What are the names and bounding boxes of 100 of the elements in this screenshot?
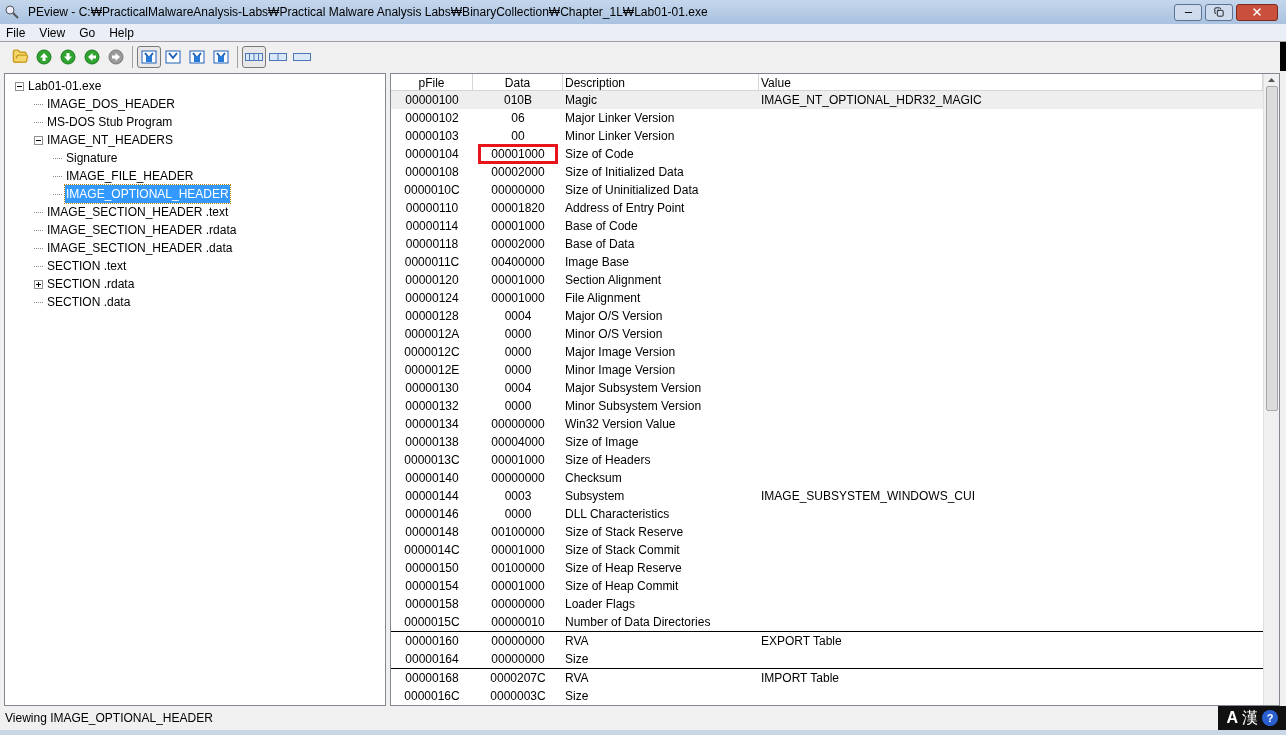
table-cell: Size — [565, 652, 589, 666]
table-cell: Base of Code — [565, 219, 638, 233]
column-header[interactable]: pFile — [391, 74, 473, 90]
segmented-bar-icon — [245, 52, 263, 61]
table-cell-text: 010B — [504, 92, 532, 109]
table-cell-text: 0000 — [504, 344, 532, 361]
table-row[interactable]: 00000100 010B Magic IMAGE_NT_OPTIONAL_HDR32_MAGIC — [391, 91, 1263, 109]
table-cell-text: 0000012C — [403, 344, 461, 361]
table-cell-text: 0000 — [504, 398, 532, 415]
table-cell-text: 00000130 — [404, 380, 460, 397]
table-cell-text: EXPORT Table — [760, 633, 842, 650]
table-cell: Minor Linker Version — [565, 129, 675, 143]
table-cell-text: 0000 — [504, 506, 532, 523]
table-cell-text: 00000104 — [404, 146, 460, 163]
table-cell-text: 00000134 — [404, 416, 460, 433]
table-cell-text: 00000132 — [404, 398, 460, 415]
column-header[interactable]: Data — [473, 74, 563, 90]
table-cell-text: 00 — [511, 128, 525, 145]
menu-item[interactable]: View — [33, 23, 72, 42]
table-cell: Size of Image — [565, 435, 639, 449]
table-cell-text: 06 — [511, 110, 525, 127]
table-cell-text: 00400000 — [491, 254, 545, 271]
table-cell-text: 0000012A — [403, 326, 461, 343]
table-cell: Size of Stack Reserve — [565, 525, 684, 539]
menu-item[interactable]: File — [0, 23, 32, 42]
table-cell: Magic — [565, 93, 597, 107]
tree-item[interactable]: IMAGE_DOS_HEADER — [46, 95, 177, 113]
table-cell: Section Alignment — [565, 273, 662, 287]
scrollbar[interactable] — [1263, 74, 1279, 705]
table-cell-text: 00000168 — [404, 670, 460, 687]
window-title: PEview - C:₩PracticalMalwareAnalysis-Labs₩Practical Malware Analysis Labs₩BinaryCollection₩Chapter_1L₩Lab01-01.exe — [28, 4, 708, 21]
table-cell-text: 00000124 — [404, 290, 460, 307]
table-cell-text: IMAGE_SUBSYSTEM_WINDOWS_CUI — [760, 488, 976, 505]
segmented-bar-icon — [293, 52, 311, 61]
table-cell-text: 00000000 — [491, 596, 545, 613]
table-cell-text: 0000010C — [403, 182, 461, 199]
close-button[interactable] — [1236, 3, 1278, 21]
table-cell-text: 00000158 — [404, 596, 460, 613]
table-cell: Size of Headers — [565, 453, 651, 467]
view-button[interactable] — [137, 45, 161, 68]
tree-item[interactable]: SECTION .text — [46, 257, 128, 275]
table-cell-text: 00004000 — [491, 434, 545, 451]
table-cell-text: 00000000 — [491, 470, 545, 487]
ime-hanja[interactable]: 漢 — [1242, 706, 1258, 730]
table-cell-text: 00000103 — [404, 128, 460, 145]
table-cell-text: 0000011C — [403, 254, 461, 271]
tree-item[interactable]: Signature — [65, 149, 119, 167]
status-text: Viewing IMAGE_OPTIONAL_HEADER — [4, 710, 213, 727]
tree-item[interactable]: IMAGE_FILE_HEADER — [65, 167, 195, 185]
table-cell: Image Base — [565, 255, 630, 269]
tree-item[interactable]: IMAGE_SECTION_HEADER .data — [46, 239, 234, 257]
table-cell: Major Image Version — [565, 345, 676, 359]
table-cell: 00001000 — [478, 144, 558, 164]
table-cell-text: 0000015C — [403, 614, 461, 631]
plus-icon[interactable] — [35, 280, 42, 288]
table-cell: Size of Uninitialized Data — [565, 183, 699, 197]
table-cell: Size of Initialized Data — [565, 165, 684, 179]
tree-item[interactable]: Lab01-01.exe — [27, 77, 103, 95]
segmented-bar-icon — [269, 52, 287, 61]
table-cell-text: 00000154 — [404, 578, 460, 595]
tree-item[interactable]: IMAGE_SECTION_HEADER .text — [46, 203, 230, 221]
table-cell-text: 00000000 — [491, 651, 545, 668]
table-cell-text: 00001000 — [491, 290, 545, 307]
table-cell: Subsystem — [565, 489, 625, 503]
tree-item[interactable]: SECTION .data — [46, 293, 132, 311]
table-cell-text: 0000013C — [403, 452, 461, 469]
table-cell: Size of Code — [565, 147, 634, 161]
menu-item[interactable]: Help — [103, 23, 140, 42]
ime-mode[interactable]: A — [1226, 706, 1238, 730]
minimize-button[interactable] — [1174, 3, 1202, 21]
table-cell-text: 0000207C — [490, 670, 546, 687]
table-cell-text: 00002000 — [491, 164, 545, 181]
table-cell-text: 00001000 — [491, 452, 545, 469]
table-cell-text: 00000150 — [404, 560, 460, 577]
tree-item[interactable]: SECTION .rdata — [46, 275, 136, 293]
restore-button[interactable] — [1205, 3, 1233, 21]
table-cell: Major Subsystem Version — [565, 381, 702, 395]
table-cell-text: 0004 — [504, 380, 532, 397]
scroll-up-icon[interactable] — [1268, 78, 1275, 82]
tree-item[interactable]: MS-DOS Stub Program — [46, 113, 174, 131]
table-cell-text: 00000102 — [404, 110, 460, 127]
menu-item[interactable]: Go — [73, 23, 102, 42]
tree-item[interactable]: IMAGE_NT_HEADERS — [46, 131, 175, 149]
table-cell-text: 00000128 — [404, 308, 460, 325]
table-cell-text: 00100000 — [491, 524, 545, 541]
table-cell: Loader Flags — [565, 597, 636, 611]
table-cell-text: 00000140 — [404, 470, 460, 487]
table-cell-text: 00100000 — [491, 560, 545, 577]
data-size-button[interactable] — [242, 45, 266, 68]
column-header[interactable]: Description — [563, 74, 759, 90]
help-button[interactable]: ? — [1262, 710, 1278, 726]
folder-icon — [11, 48, 29, 65]
table-cell-text: 0000016C — [403, 688, 461, 705]
restore-icon — [1214, 7, 1224, 17]
tree-item[interactable]: IMAGE_SECTION_HEADER .rdata — [46, 221, 238, 239]
table-cell-text: 00000108 — [404, 164, 460, 181]
table-cell-text: 00000146 — [404, 506, 460, 523]
table-cell: Minor Image Version — [565, 363, 676, 377]
table-cell-text: 0003 — [504, 488, 532, 505]
table-cell-text: 00000100 — [404, 92, 460, 109]
